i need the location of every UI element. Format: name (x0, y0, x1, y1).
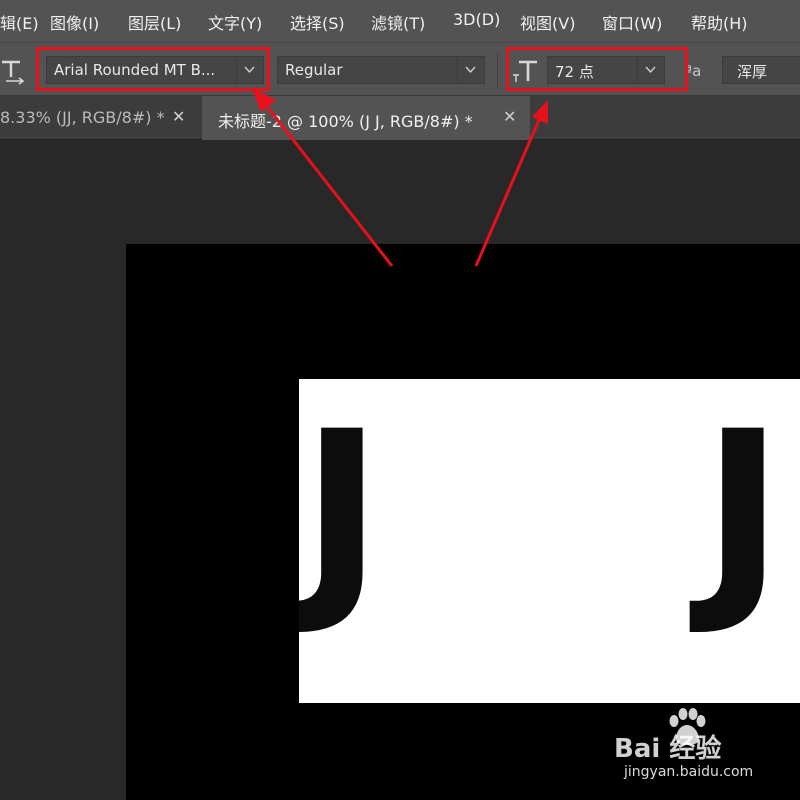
menu-help[interactable]: 帮助(H) (691, 10, 748, 34)
menu-filter[interactable]: 滤镜(T) (371, 10, 425, 34)
document-tab-bar: 8.33% (JJ, RGB/8#) * ✕ 未标题-2 @ 100% (J J… (0, 96, 800, 140)
tab-title: 8.33% (JJ, RGB/8#) * (0, 108, 165, 127)
font-style-value: Regular (285, 61, 343, 79)
highlight-font-family (36, 47, 270, 91)
close-icon[interactable]: ✕ (172, 107, 185, 126)
tab-document-2[interactable]: 未标题-2 @ 100% (J J, RGB/8#) * ✕ (202, 96, 530, 140)
type-orientation-icon[interactable] (0, 55, 28, 85)
highlight-font-size (506, 47, 688, 91)
tab-document-1[interactable]: 8.33% (JJ, RGB/8#) * ✕ (0, 96, 200, 140)
separator (497, 53, 498, 87)
canvas-workspace[interactable]: J J (0, 140, 800, 800)
anti-alias-value: 浑厚 (737, 63, 768, 81)
menu-image[interactable]: 图像(I) (50, 10, 99, 34)
menu-bar: 辑(E) 图像(I) 图层(L) 文字(Y) 选择(S) 滤镜(T) 3D(D)… (0, 0, 800, 42)
menu-select[interactable]: 选择(S) (290, 10, 345, 34)
menu-layer[interactable]: 图层(L) (128, 10, 181, 34)
close-icon[interactable]: ✕ (503, 107, 516, 126)
text-glyph: J (301, 384, 383, 640)
text-glyph: J (702, 384, 784, 640)
watermark-brand: Bai 经验 (614, 734, 722, 764)
chevron-down-icon[interactable] (457, 57, 484, 83)
options-bar: Arial Rounded MT B... Regular 72 点 ªa 浑厚 (0, 42, 800, 96)
baidu-watermark: Bai 经验 jingyan.baidu.com (612, 708, 792, 788)
menu-3d[interactable]: 3D(D) (453, 10, 500, 29)
watermark-url: jingyan.baidu.com (624, 764, 754, 780)
menu-window[interactable]: 窗口(W) (602, 10, 662, 34)
menu-type[interactable]: 文字(Y) (208, 10, 262, 34)
menu-edit[interactable]: 辑(E) (0, 10, 39, 34)
text-layer[interactable]: J J (299, 379, 800, 703)
font-style-select[interactable]: Regular (277, 56, 485, 84)
anti-alias-select[interactable]: 浑厚 (722, 56, 800, 84)
menu-view[interactable]: 视图(V) (520, 10, 575, 34)
tab-title: 未标题-2 @ 100% (J J, RGB/8#) * (218, 112, 473, 131)
